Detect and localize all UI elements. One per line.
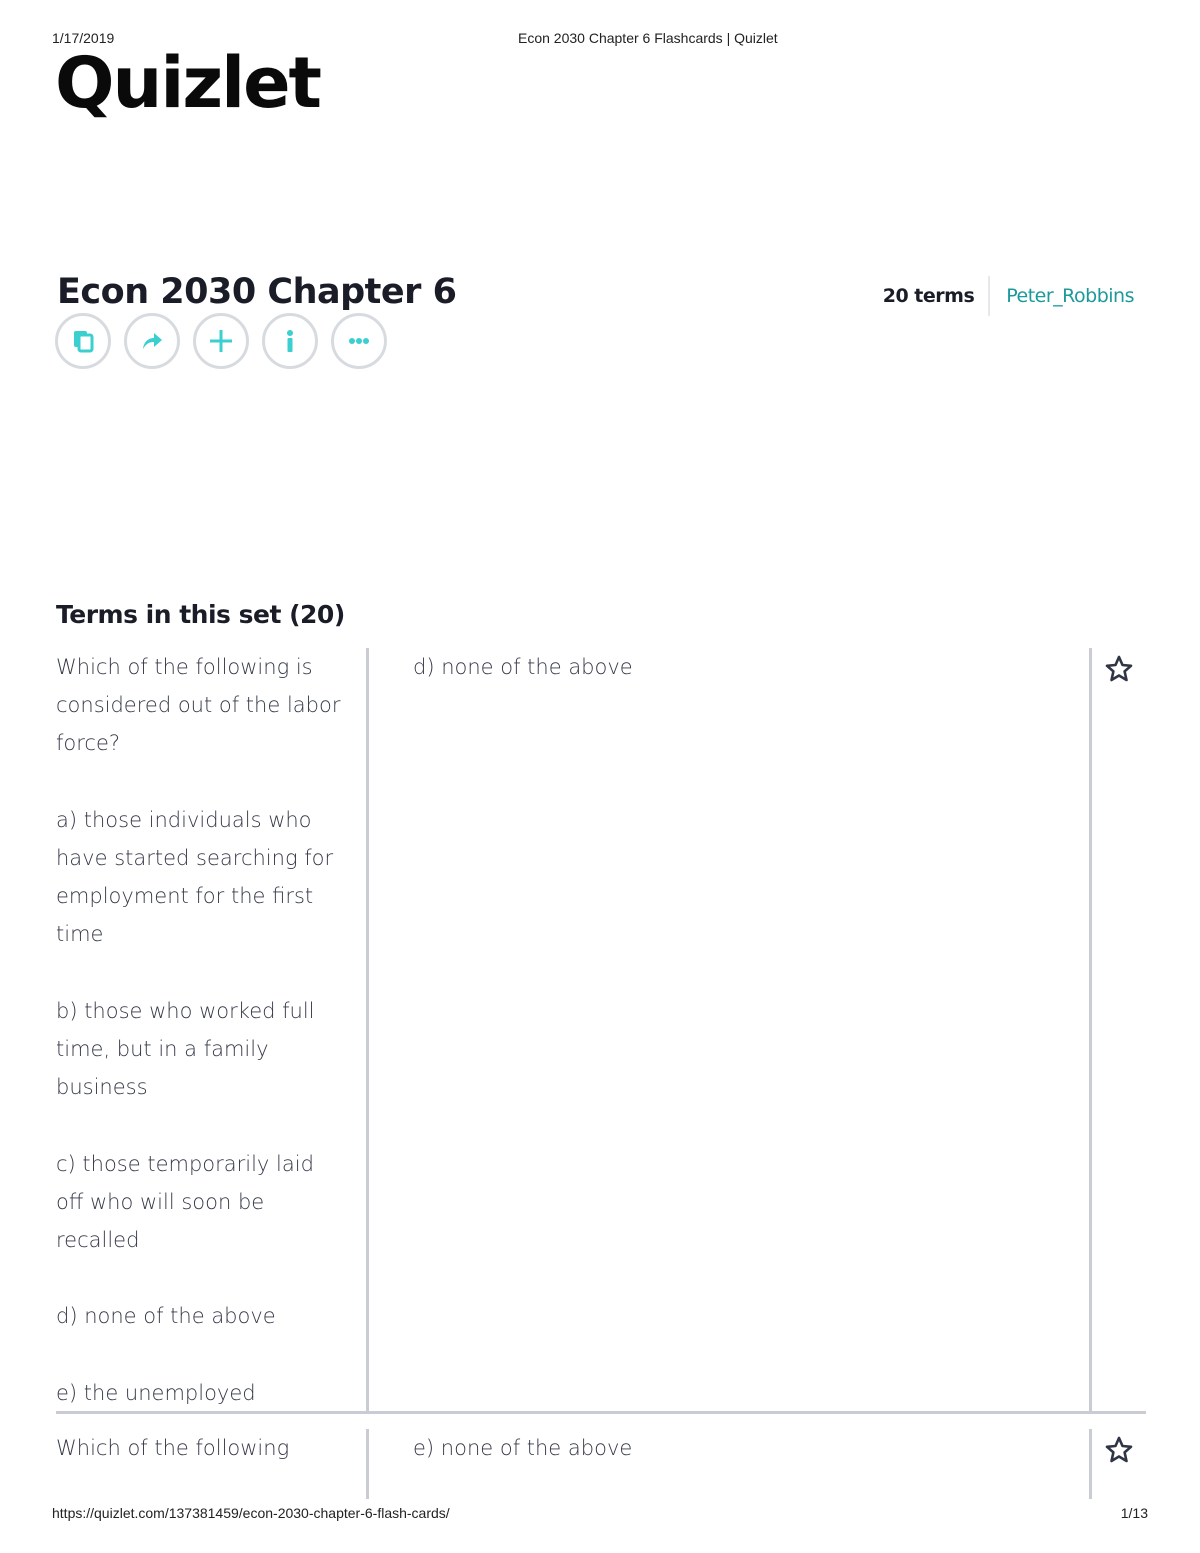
meta-divider bbox=[988, 276, 991, 316]
add-to-folder-button[interactable] bbox=[193, 313, 249, 369]
star-icon[interactable] bbox=[1104, 1435, 1134, 1465]
card-definition: d) none of the above bbox=[413, 655, 633, 679]
card-term: Which of the following is considered out… bbox=[56, 655, 341, 1405]
add-icon bbox=[210, 330, 232, 352]
info-icon bbox=[287, 330, 293, 352]
copy-icon bbox=[74, 331, 94, 353]
print-page-number: 1/13 bbox=[1120, 1505, 1148, 1521]
column-divider bbox=[366, 648, 369, 1412]
info-button[interactable] bbox=[262, 313, 318, 369]
card-definition: e) none of the above bbox=[413, 1436, 633, 1460]
flashcard-row: Which of the following e) none of the ab… bbox=[56, 1429, 1146, 1501]
print-doc-title: Econ 2030 Chapter 6 Flashcards | Quizlet bbox=[518, 30, 778, 46]
column-divider bbox=[1089, 648, 1092, 1412]
set-meta: 20 terms Peter_Robbins bbox=[882, 276, 1134, 316]
print-url: https://quizlet.com/137381459/econ-2030-… bbox=[52, 1505, 450, 1521]
card-term: Which of the following bbox=[56, 1436, 290, 1460]
column-divider bbox=[366, 1429, 369, 1499]
terms-heading: Terms in this set (20) bbox=[56, 600, 345, 629]
author-link[interactable]: Peter_Robbins bbox=[1006, 285, 1134, 307]
page-title: Econ 2030 Chapter 6 bbox=[57, 272, 457, 312]
column-divider bbox=[1089, 1429, 1092, 1499]
flashcard-row: Which of the following is considered out… bbox=[56, 648, 1146, 1414]
set-actions-toolbar bbox=[55, 313, 387, 369]
more-button[interactable] bbox=[331, 313, 387, 369]
more-icon bbox=[349, 338, 369, 344]
print-footer: https://quizlet.com/137381459/econ-2030-… bbox=[52, 1505, 1148, 1523]
quizlet-logo[interactable]: Quizlet bbox=[55, 48, 322, 118]
share-icon bbox=[143, 333, 162, 349]
row-divider bbox=[56, 1411, 1146, 1414]
copy-button[interactable] bbox=[55, 313, 111, 369]
terms-count: 20 terms bbox=[882, 285, 975, 307]
share-button[interactable] bbox=[124, 313, 180, 369]
star-icon[interactable] bbox=[1104, 654, 1134, 684]
